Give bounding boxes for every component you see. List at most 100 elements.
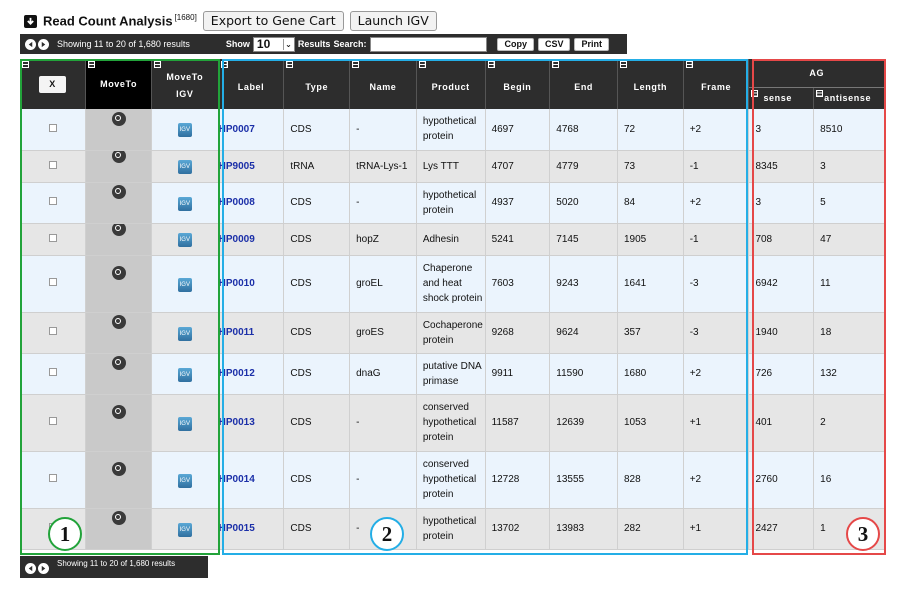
row-checkbox[interactable] — [48, 160, 57, 169]
igv-icon[interactable]: IGV — [177, 473, 192, 488]
sort-icon[interactable] — [220, 61, 228, 68]
cell-name: dnaG — [349, 353, 417, 395]
frame-column-header[interactable]: Frame — [683, 59, 750, 109]
row-checkbox[interactable] — [48, 123, 57, 132]
begin-column-header[interactable]: Begin — [485, 59, 551, 109]
cell-sense: 8345 — [748, 150, 815, 183]
export-buttons: Copy CSV Print — [497, 37, 609, 51]
previous-page-icon[interactable] — [25, 563, 36, 574]
sort-icon[interactable] — [552, 61, 560, 68]
moveto-cell — [85, 150, 152, 183]
cell-sense: 3 — [748, 109, 815, 151]
cell-frame: +2 — [683, 109, 750, 151]
igv-icon[interactable]: IGV — [177, 522, 192, 537]
next-page-icon[interactable] — [38, 38, 49, 50]
igv-icon[interactable]: IGV — [177, 367, 192, 382]
table-row: IGV HP0009 CDS hopZ Adhesin 5241 7145 1905 -1 708… — [20, 223, 885, 256]
igv-icon[interactable]: IGV — [177, 123, 192, 138]
sort-icon[interactable] — [620, 61, 627, 68]
clear-selection-button[interactable]: X — [39, 75, 67, 93]
cell-frame: -1 — [683, 150, 750, 183]
sort-icon[interactable] — [418, 61, 426, 68]
label-column-header[interactable]: Label — [218, 59, 285, 109]
moveto-igv-cell: IGV — [151, 353, 219, 395]
cell-label[interactable]: HP0009 — [218, 223, 285, 256]
igv-icon[interactable]: IGV — [177, 160, 192, 174]
copy-button[interactable]: Copy — [497, 37, 534, 51]
magnifier-icon[interactable] — [111, 462, 126, 476]
sort-icon[interactable] — [487, 61, 495, 68]
sort-icon[interactable] — [751, 89, 759, 97]
magnifier-icon[interactable] — [111, 223, 126, 236]
antisense-column-header[interactable]: antisense — [813, 87, 885, 109]
cell-frame: +2 — [683, 451, 750, 509]
cell-product: hypothetical protein — [416, 508, 486, 550]
print-button[interactable]: Print — [574, 37, 609, 51]
table-row: IGV HP0010 CDS groEL Chaperone and heat shoc… — [20, 255, 885, 313]
moveto-igv-column-header[interactable]: MoveTo IGV — [151, 59, 219, 109]
next-page-icon[interactable] — [38, 563, 49, 574]
igv-icon[interactable]: IGV — [177, 233, 192, 247]
cell-label[interactable]: HP0012 — [218, 353, 285, 395]
magnifier-icon[interactable] — [111, 405, 126, 419]
cell-label[interactable]: HP0013 — [218, 394, 285, 452]
sort-icon[interactable] — [352, 61, 360, 68]
row-checkbox[interactable] — [48, 278, 57, 286]
row-checkbox[interactable] — [48, 417, 57, 425]
cell-label[interactable]: HP0008 — [218, 182, 285, 224]
title-bar: Read Count Analysis [1680] Export to Gene… — [24, 10, 437, 32]
sort-icon[interactable] — [153, 61, 161, 68]
cell-name: - — [349, 182, 417, 224]
magnifier-icon[interactable] — [111, 315, 126, 329]
igv-icon[interactable]: IGV — [177, 196, 192, 211]
cell-sense: 2760 — [748, 451, 815, 509]
csv-button[interactable]: CSV — [537, 37, 571, 51]
row-checkbox[interactable] — [48, 327, 57, 335]
cell-length: 282 — [617, 508, 684, 550]
moveto-column-header[interactable]: MoveTo — [85, 59, 152, 109]
cell-label[interactable]: HP9005 — [218, 150, 285, 183]
magnifier-icon[interactable] — [111, 111, 126, 126]
magnifier-icon[interactable] — [111, 185, 126, 199]
cell-label[interactable]: HP0010 — [218, 255, 285, 313]
sense-column-header[interactable]: sense — [748, 87, 815, 109]
igv-icon[interactable]: IGV — [177, 416, 192, 431]
cell-sense: 726 — [748, 353, 815, 395]
sort-icon[interactable] — [816, 89, 824, 97]
sort-icon[interactable] — [286, 61, 294, 68]
igv-icon[interactable]: IGV — [177, 326, 192, 341]
cell-label[interactable]: HP0007 — [218, 109, 285, 151]
search-input[interactable] — [370, 36, 488, 52]
previous-page-icon[interactable] — [25, 38, 36, 50]
download-arrow-icon[interactable] — [24, 14, 37, 28]
sort-icon[interactable] — [22, 61, 29, 68]
magnifier-icon[interactable] — [111, 266, 126, 280]
product-column-header[interactable]: Product — [416, 59, 486, 109]
end-column-header[interactable]: End — [549, 59, 618, 109]
cell-length: 357 — [617, 312, 684, 354]
cell-name: - — [349, 451, 417, 509]
name-column-header[interactable]: Name — [349, 59, 417, 109]
cell-end: 7145 — [549, 223, 618, 256]
cell-name: - — [349, 394, 417, 452]
moveto-cell — [85, 353, 152, 395]
magnifier-icon[interactable] — [111, 150, 126, 163]
page-size-select[interactable]: 10 ⌄ — [252, 36, 295, 52]
table-body: IGV HP0007 CDS - hypothetical protein 4697 476… — [20, 109, 885, 550]
type-column-header[interactable]: Type — [283, 59, 351, 109]
row-checkbox[interactable] — [48, 368, 57, 376]
length-column-header[interactable]: Length — [617, 59, 684, 109]
cell-label[interactable]: HP0014 — [218, 451, 285, 509]
export-gene-cart-button[interactable]: Export to Gene Cart — [202, 11, 344, 31]
sort-icon[interactable] — [88, 61, 96, 68]
cell-label[interactable]: HP0015 — [218, 508, 285, 550]
cell-label[interactable]: HP0011 — [218, 312, 285, 354]
row-checkbox[interactable] — [48, 233, 57, 242]
magnifier-icon[interactable] — [111, 511, 126, 525]
igv-icon[interactable]: IGV — [177, 277, 192, 292]
row-checkbox[interactable] — [48, 197, 57, 205]
magnifier-icon[interactable] — [111, 356, 126, 370]
row-checkbox[interactable] — [48, 474, 57, 482]
launch-igv-button[interactable]: Launch IGV — [349, 11, 437, 31]
sort-icon[interactable] — [685, 61, 693, 68]
